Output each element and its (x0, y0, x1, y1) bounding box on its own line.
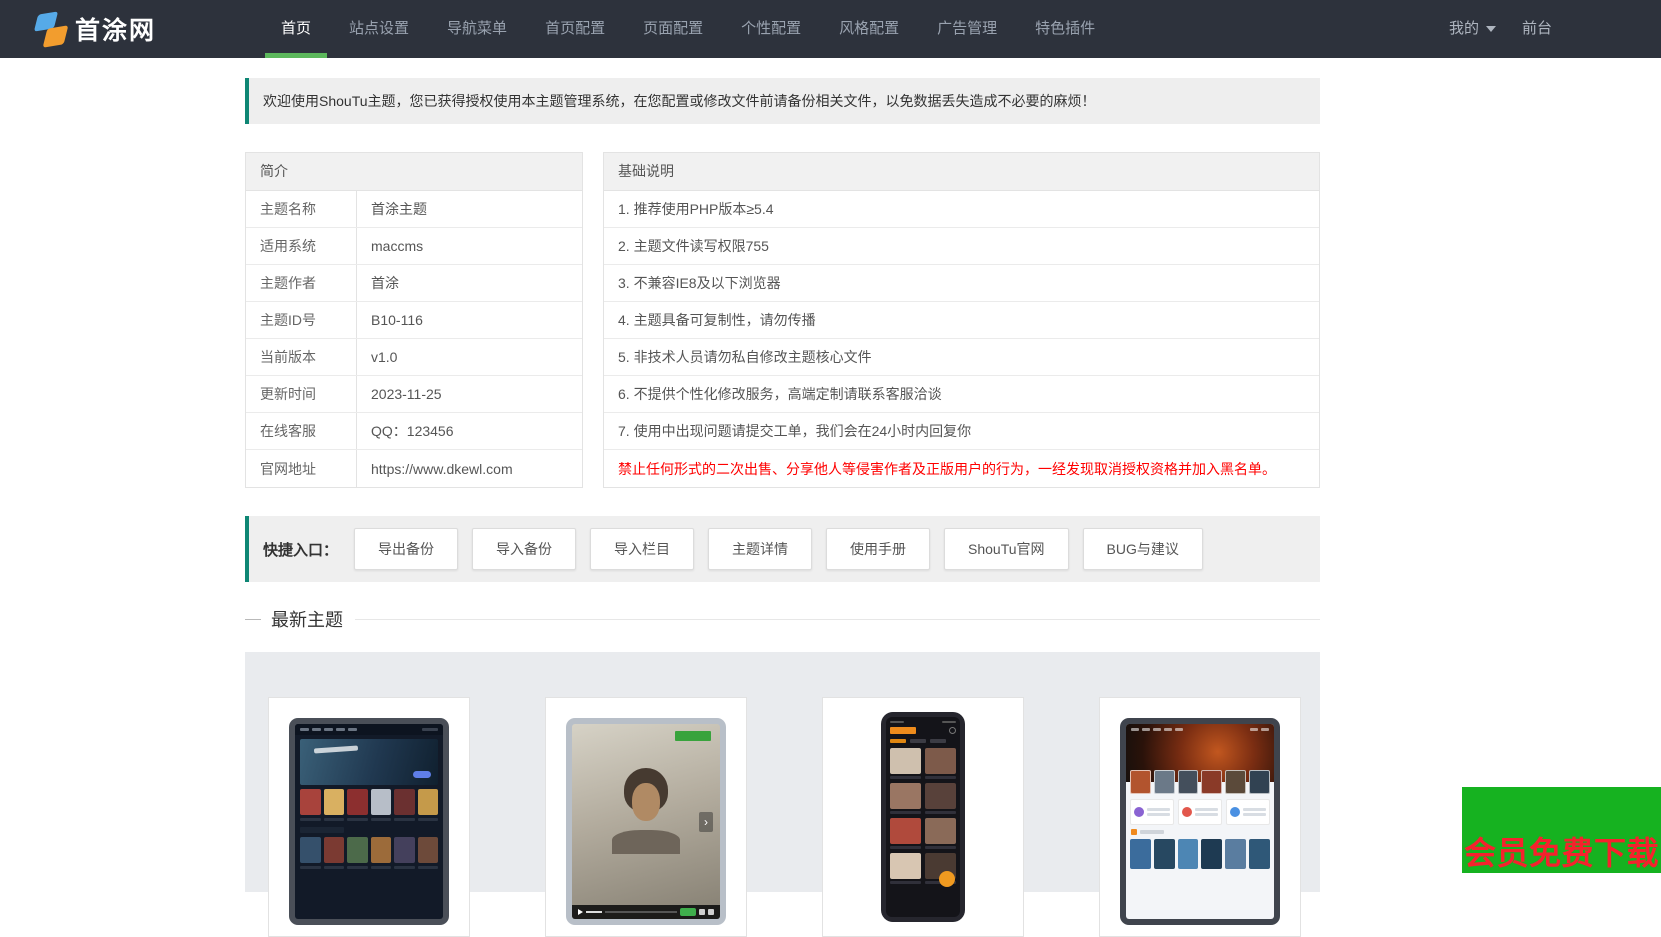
table-row: 主题ID号 B10-116 (246, 302, 582, 339)
note-item: 1. 推荐使用PHP版本≥5.4 (604, 191, 1319, 228)
table-row: 更新时间 2023-11-25 (246, 376, 582, 413)
row-label: 更新时间 (246, 376, 357, 412)
row-value: v1.0 (357, 339, 582, 375)
note-item: 4. 主题具备可复制性，请勿传播 (604, 302, 1319, 339)
note-item: 2. 主题文件读写权限755 (604, 228, 1319, 265)
navbar-right: 我的 前台 (1436, 0, 1565, 58)
table-row: 适用系统 maccms (246, 228, 582, 265)
theme-card-2[interactable]: › (545, 697, 747, 937)
table-row: 官网地址 https://www.dkewl.com (246, 450, 582, 487)
next-episode-icon: › (699, 812, 713, 832)
member-free-download-badge[interactable]: 会员免费下载 (1462, 787, 1661, 873)
table-row: 主题名称 首涂主题 (246, 191, 582, 228)
nav-item-page-config[interactable]: 页面配置 (624, 0, 722, 58)
notes-table: 基础说明 1. 推荐使用PHP版本≥5.4 2. 主题文件读写权限755 3. … (603, 152, 1320, 488)
piracy-warning-text: 禁止任何形式的二次出售、分享他人等侵害作者及正版用户的行为，一经发现取消授权资格… (604, 450, 1319, 487)
nav-item-home-config[interactable]: 首页配置 (526, 0, 624, 58)
row-value: maccms (357, 228, 582, 264)
nav-item-ad-management[interactable]: 广告管理 (918, 0, 1016, 58)
nav-item-featured-plugins[interactable]: 特色插件 (1016, 0, 1114, 58)
main-nav: 首页 站点设置 导航菜单 首页配置 页面配置 个性配置 风格配置 广告管理 特色… (262, 0, 1114, 58)
table-row: 在线客服 QQ：123456 (246, 413, 582, 450)
nav-item-site-settings[interactable]: 站点设置 (330, 0, 428, 58)
theme-preview-image-light-desktop (1120, 718, 1280, 925)
import-categories-button[interactable]: 导入栏目 (590, 528, 694, 570)
nav-item-my-dropdown[interactable]: 我的 (1436, 0, 1509, 58)
export-backup-button[interactable]: 导出备份 (354, 528, 458, 570)
logo[interactable]: 首涂网 (36, 0, 156, 58)
row-value: 首涂主题 (357, 191, 582, 227)
latest-themes-panel: › (245, 652, 1320, 892)
row-label: 适用系统 (246, 228, 357, 264)
user-manual-button[interactable]: 使用手册 (826, 528, 930, 570)
note-item: 7. 使用中出现问题请提交工单，我们会在24小时内回复你 (604, 413, 1319, 450)
player-green-tag (675, 731, 711, 741)
nav-item-style-config[interactable]: 风格配置 (820, 0, 918, 58)
nav-item-home[interactable]: 首页 (262, 0, 330, 58)
intro-table: 简介 主题名称 首涂主题 适用系统 maccms 主题作者 首涂 主题ID号 B… (245, 152, 583, 488)
latest-themes-title: 最新主题 (245, 606, 1320, 632)
row-label: 官网地址 (246, 450, 357, 487)
nav-item-nav-menu[interactable]: 导航菜单 (428, 0, 526, 58)
note-item: 6. 不提供个性化修改服务，高端定制请联系客服洽谈 (604, 376, 1319, 413)
nav-item-personal-config[interactable]: 个性配置 (722, 0, 820, 58)
logo-icon (36, 12, 66, 46)
row-label: 主题名称 (246, 191, 357, 227)
theme-card-3[interactable] (822, 697, 1024, 937)
row-label: 主题作者 (246, 265, 357, 301)
row-label: 主题ID号 (246, 302, 357, 338)
chevron-down-icon (1486, 26, 1496, 32)
row-value: 首涂 (357, 265, 582, 301)
theme-details-button[interactable]: 主题详情 (708, 528, 812, 570)
top-navbar: 首涂网 首页 站点设置 导航菜单 首页配置 页面配置 个性配置 风格配置 广告管… (0, 0, 1661, 58)
theme-card-4[interactable] (1099, 697, 1301, 937)
welcome-text: 欢迎使用ShouTu主题，您已获得授权使用本主题管理系统，在您配置或修改文件前请… (263, 91, 1096, 111)
note-item: 3. 不兼容IE8及以下浏览器 (604, 265, 1319, 302)
notes-table-title: 基础说明 (604, 153, 1319, 191)
shoutu-website-button[interactable]: ShouTu官网 (944, 528, 1069, 570)
bug-suggestion-button[interactable]: BUG与建议 (1083, 528, 1203, 570)
row-value: B10-116 (357, 302, 582, 338)
play-icon (578, 909, 583, 915)
main-content: 欢迎使用ShouTu主题，您已获得授权使用本主题管理系统，在您配置或修改文件前请… (245, 78, 1320, 892)
theme-preview-image-dark-desktop (289, 718, 449, 925)
row-label: 当前版本 (246, 339, 357, 375)
info-tables: 简介 主题名称 首涂主题 适用系统 maccms 主题作者 首涂 主题ID号 B… (245, 152, 1320, 488)
row-value: QQ：123456 (357, 413, 582, 449)
import-backup-button[interactable]: 导入备份 (472, 528, 576, 570)
table-row: 当前版本 v1.0 (246, 339, 582, 376)
latest-themes-title-text: 最新主题 (271, 606, 343, 632)
logo-text: 首涂网 (75, 11, 156, 47)
note-item: 5. 非技术人员请勿私自修改主题核心文件 (604, 339, 1319, 376)
row-label: 在线客服 (246, 413, 357, 449)
theme-card-1[interactable] (268, 697, 470, 937)
row-value: 2023-11-25 (357, 376, 582, 412)
theme-preview-image-mobile-app (881, 712, 965, 922)
quick-entry-panel: 快捷入口： 导出备份 导入备份 导入栏目 主题详情 使用手册 ShouTu官网 … (245, 516, 1320, 582)
welcome-banner: 欢迎使用ShouTu主题，您已获得授权使用本主题管理系统，在您配置或修改文件前请… (245, 78, 1320, 124)
my-label: 我的 (1449, 20, 1479, 37)
table-row: 主题作者 首涂 (246, 265, 582, 302)
theme-preview-image-video-player: › (566, 718, 726, 925)
nav-item-frontend[interactable]: 前台 (1509, 0, 1565, 58)
official-site-url: https://www.dkewl.com (357, 450, 582, 487)
quick-entry-label: 快捷入口： (263, 539, 338, 560)
mobile-fab-icon (939, 871, 955, 887)
intro-table-title: 简介 (246, 153, 582, 191)
